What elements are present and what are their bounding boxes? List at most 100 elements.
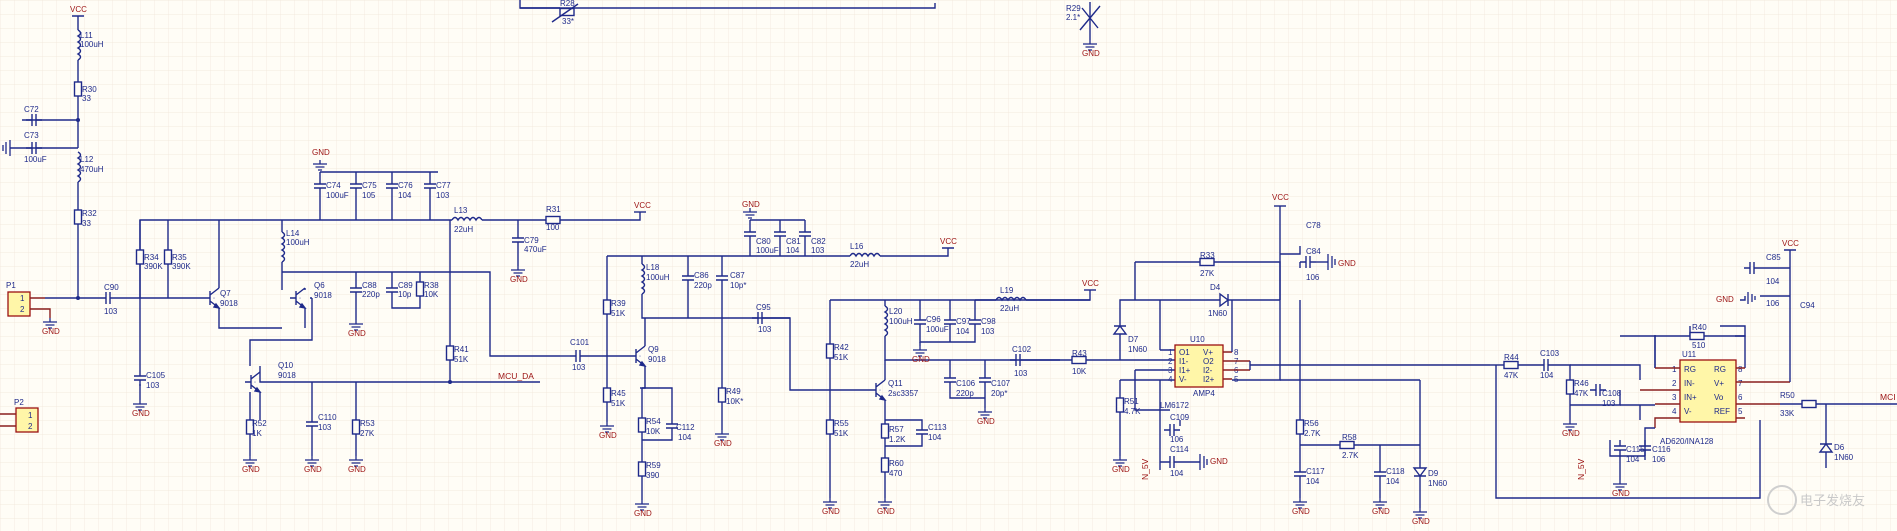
u11-pin-name: RG [1714, 365, 1726, 374]
c98-label: C98 [981, 317, 996, 326]
r53-value: 27K [360, 429, 375, 438]
u10-pin-name: I1- [1179, 357, 1189, 366]
gnd-label: GND [1412, 517, 1430, 526]
p1-label: P1 [6, 281, 16, 290]
c78-label: C78 [1306, 221, 1321, 230]
gnd-label: GND [1292, 507, 1310, 516]
r43-label: R43 [1072, 349, 1087, 358]
gnd-label: GND [1082, 49, 1100, 58]
gnd-label: GND [1372, 507, 1390, 516]
r38-value: 10K [424, 290, 439, 299]
c79-value: 470uF [524, 245, 547, 254]
d4-value: 1N60 [1208, 309, 1228, 318]
c76-value: 104 [398, 191, 412, 200]
gnd-label: GND [1612, 489, 1630, 498]
c96-label: C96 [926, 315, 941, 324]
l19-value: 22uH [1000, 304, 1019, 313]
d6-value: 1N60 [1834, 453, 1854, 462]
c75-value: 105 [362, 191, 376, 200]
c103-label: C103 [1540, 349, 1560, 358]
c114-label: C114 [1170, 445, 1189, 454]
r49-label: R49 [726, 387, 741, 396]
u10-pin-name: I1+ [1179, 366, 1191, 375]
u11-pin-num: 7 [1738, 379, 1743, 388]
p2-label: P2 [14, 398, 24, 407]
u10-pin-num: 3 [1168, 366, 1173, 375]
c88-value: 220p [362, 290, 380, 299]
c81-label: C81 [786, 237, 801, 246]
l14-value: 100uH [286, 238, 310, 247]
d4-label: D4 [1210, 283, 1221, 292]
c115-label: C115 [1626, 445, 1645, 454]
c102-value: 103 [1014, 369, 1028, 378]
r60-label: R60 [889, 459, 904, 468]
c118-value: 104 [1386, 477, 1400, 486]
r58-label: R58 [1342, 433, 1357, 442]
r44-value: 47K [1504, 371, 1519, 380]
r55-value: 51K [834, 429, 849, 438]
gnd-label: GND [242, 465, 260, 474]
c85-value: 104 [1766, 277, 1780, 286]
r54-value: 10K [646, 427, 661, 436]
c97-label: C97 [956, 317, 971, 326]
c76-label: C76 [398, 181, 413, 190]
gnd-label: GND [977, 417, 995, 426]
gnd-label: GND [742, 200, 760, 209]
l20-label: L20 [889, 307, 903, 316]
u11-pin-num: 1 [1672, 365, 1677, 374]
n5v-net: N_5V [1140, 458, 1150, 480]
r35-value: 390K [172, 262, 191, 271]
d7-value: 1N60 [1128, 345, 1148, 354]
c108-label: C108 [1602, 389, 1622, 398]
c81-value: 104 [786, 246, 800, 255]
c80-label: C80 [756, 237, 771, 246]
r30-value: 33 [82, 94, 91, 103]
gnd-label: GND [1716, 295, 1734, 304]
c109-label: C109 [1170, 413, 1190, 422]
l12-label: L12 [80, 155, 94, 164]
c115-value: 104 [1626, 455, 1640, 464]
c78-value: 106 [1306, 273, 1320, 282]
u11-label: U11 [1682, 350, 1697, 359]
q11-label: Q11 [888, 379, 903, 388]
gnd-label: GND [304, 465, 322, 474]
u11-pin-num: 8 [1738, 365, 1743, 374]
c101-value: 103 [572, 363, 586, 372]
r52-value: 1K [252, 429, 262, 438]
mcu-da-net: MCU_DA [498, 371, 534, 381]
gnd-label: GND [877, 507, 895, 516]
u11-pin-name: V- [1684, 407, 1692, 416]
gnd-label: GND [634, 509, 652, 518]
c117-value: 104 [1306, 477, 1320, 486]
c114-value: 104 [1170, 469, 1184, 478]
u10-pin-name: V+ [1203, 348, 1213, 357]
r28-value: 33* [562, 17, 574, 26]
l18-label: L18 [646, 263, 660, 272]
c110-value: 103 [318, 423, 332, 432]
r40-label: R40 [1692, 323, 1707, 332]
r31-label: R31 [546, 205, 561, 214]
u10-pin-num: 2 [1168, 357, 1173, 366]
u11-pin-name: RG [1684, 365, 1696, 374]
c107-value: 20p* [991, 389, 1007, 398]
r60-value: 470 [889, 469, 903, 478]
gnd-label: GND [1210, 457, 1228, 466]
u10-pin-num: 8 [1234, 348, 1239, 357]
r41-label: R41 [454, 345, 469, 354]
u10-pin-name: I2- [1203, 366, 1213, 375]
r33-label: R33 [1200, 251, 1215, 260]
r29-value: 2.1* [1066, 13, 1080, 22]
l19-label: L19 [1000, 286, 1014, 295]
r30-label: R30 [82, 85, 97, 94]
r45-value: 51K [611, 399, 626, 408]
gnd-label: GND [42, 327, 60, 336]
p1-pin2: 2 [20, 305, 25, 314]
c80-value: 100uF [756, 246, 779, 255]
c89-label: C89 [398, 281, 413, 290]
c73-value: 100uF [24, 155, 47, 164]
r31-value: 100 [546, 223, 560, 232]
r59-value: 390 [646, 471, 660, 480]
gnd-label: GND [312, 148, 330, 157]
gnd-label: GND [714, 439, 732, 448]
l13-value: 22uH [454, 225, 473, 234]
